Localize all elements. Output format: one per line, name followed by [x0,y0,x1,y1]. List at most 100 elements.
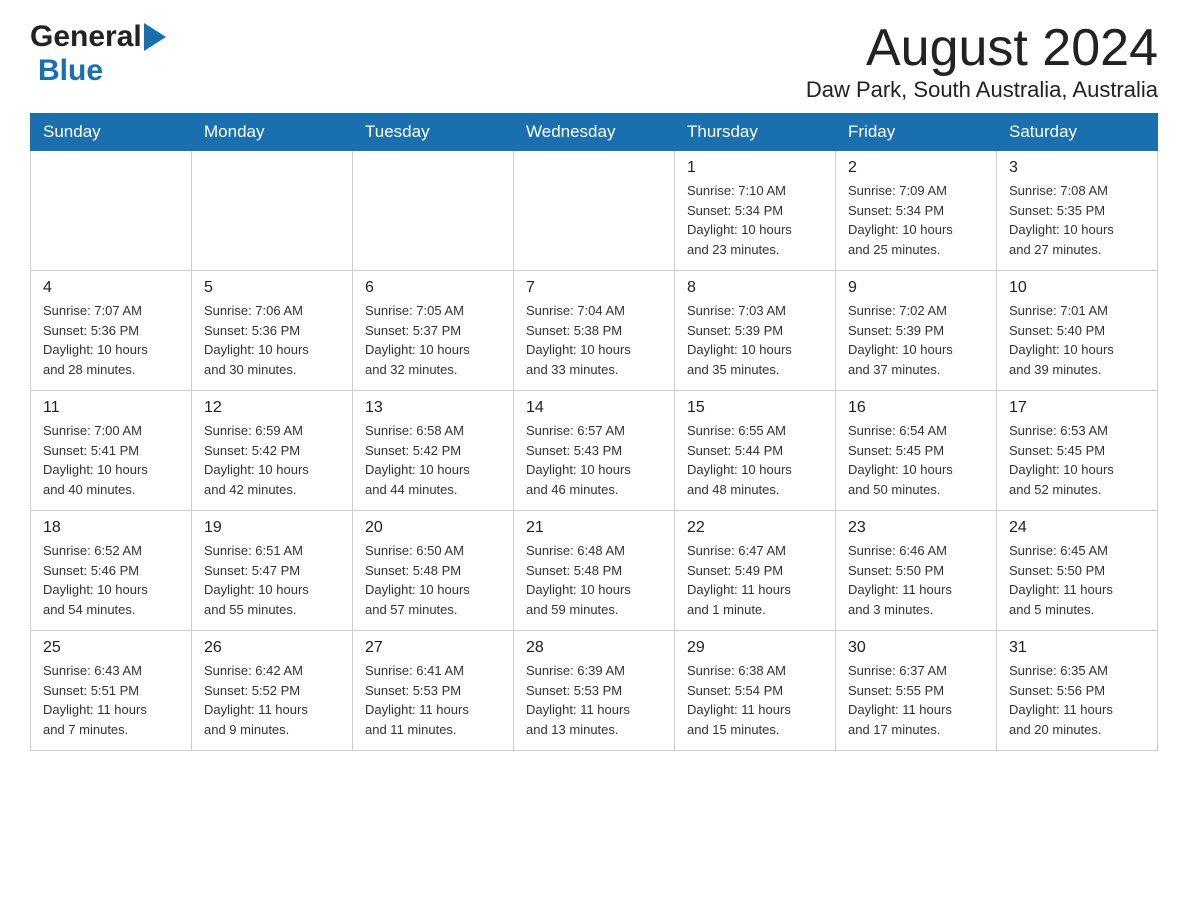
day-info: Sunrise: 7:03 AMSunset: 5:39 PMDaylight:… [687,301,823,379]
day-number: 12 [204,399,340,417]
calendar-cell: 18Sunrise: 6:52 AMSunset: 5:46 PMDayligh… [31,511,192,631]
calendar-cell: 8 Sunrise: 7:03 AMSunset: 5:39 PMDaylight… [675,271,836,391]
calendar-week-3: 11Sunrise: 7:00 AMSunset: 5:41 PMDayligh… [31,391,1158,511]
day-number: 4 [43,279,179,297]
weekday-header-saturday: Saturday [997,114,1158,151]
day-info: Sunrise: 7:08 AMSunset: 5:35 PMDaylight:… [1009,181,1145,259]
day-number: 19 [204,519,340,537]
day-number: 1 [687,159,823,177]
calendar-cell: 14 Sunrise: 6:57 AMSunset: 5:43 PMDayligh… [514,391,675,511]
calendar-week-1: 1 Sunrise: 7:10 AMSunset: 5:34 PMDaylight… [31,151,1158,271]
day-info: Sunrise: 6:48 AMSunset: 5:48 PMDaylight:… [526,541,662,619]
calendar-cell: 17 Sunrise: 6:53 AMSunset: 5:45 PMDayligh… [997,391,1158,511]
day-number: 7 [526,279,662,297]
day-info: Sunrise: 6:35 AMSunset: 5:56 PMDaylight:… [1009,661,1145,739]
day-info: Sunrise: 7:04 AMSunset: 5:38 PMDaylight:… [526,301,662,379]
page-header: General Blue August 2024 Daw Park, South… [30,20,1158,103]
day-info: Sunrise: 6:39 AMSunset: 5:53 PMDaylight:… [526,661,662,739]
day-info: Sunrise: 6:55 AMSunset: 5:44 PMDaylight:… [687,421,823,499]
calendar-cell [514,151,675,271]
day-info: Sunrise: 6:50 AMSunset: 5:48 PMDaylight:… [365,541,501,619]
calendar-cell: 11Sunrise: 7:00 AMSunset: 5:41 PMDayligh… [31,391,192,511]
calendar-cell: 19 Sunrise: 6:51 AMSunset: 5:47 PMDayligh… [192,511,353,631]
day-number: 28 [526,639,662,657]
day-info: Sunrise: 7:05 AMSunset: 5:37 PMDaylight:… [365,301,501,379]
day-info: Sunrise: 6:41 AMSunset: 5:53 PMDaylight:… [365,661,501,739]
calendar-cell: 30 Sunrise: 6:37 AMSunset: 5:55 PMDayligh… [836,631,997,751]
calendar-cell: 24 Sunrise: 6:45 AMSunset: 5:50 PMDayligh… [997,511,1158,631]
month-title: August 2024 [806,20,1158,77]
calendar-cell: 31 Sunrise: 6:35 AMSunset: 5:56 PMDayligh… [997,631,1158,751]
day-info: Sunrise: 7:01 AMSunset: 5:40 PMDaylight:… [1009,301,1145,379]
logo-general: General [30,20,142,54]
day-number: 11 [43,399,179,417]
weekday-header-friday: Friday [836,114,997,151]
day-number: 9 [848,279,984,297]
logo-blue: Blue [38,54,103,88]
calendar-cell: 21Sunrise: 6:48 AMSunset: 5:48 PMDayligh… [514,511,675,631]
day-number: 27 [365,639,501,657]
weekday-header-thursday: Thursday [675,114,836,151]
day-info: Sunrise: 6:38 AMSunset: 5:54 PMDaylight:… [687,661,823,739]
day-info: Sunrise: 6:51 AMSunset: 5:47 PMDaylight:… [204,541,340,619]
calendar-cell: 26 Sunrise: 6:42 AMSunset: 5:52 PMDayligh… [192,631,353,751]
day-number: 8 [687,279,823,297]
day-number: 22 [687,519,823,537]
weekday-header-row: SundayMondayTuesdayWednesdayThursdayFrid… [31,114,1158,151]
day-number: 24 [1009,519,1145,537]
day-info: Sunrise: 6:45 AMSunset: 5:50 PMDaylight:… [1009,541,1145,619]
calendar-cell: 28 Sunrise: 6:39 AMSunset: 5:53 PMDayligh… [514,631,675,751]
day-number: 5 [204,279,340,297]
day-info: Sunrise: 7:10 AMSunset: 5:34 PMDaylight:… [687,181,823,259]
weekday-header-sunday: Sunday [31,114,192,151]
day-number: 17 [1009,399,1145,417]
day-number: 13 [365,399,501,417]
calendar-cell: 9Sunrise: 7:02 AMSunset: 5:39 PMDaylight… [836,271,997,391]
calendar-cell: 10 Sunrise: 7:01 AMSunset: 5:40 PMDayligh… [997,271,1158,391]
day-number: 3 [1009,159,1145,177]
calendar-cell: 7 Sunrise: 7:04 AMSunset: 5:38 PMDaylight… [514,271,675,391]
calendar-cell: 23 Sunrise: 6:46 AMSunset: 5:50 PMDayligh… [836,511,997,631]
day-number: 20 [365,519,501,537]
day-number: 31 [1009,639,1145,657]
calendar-week-4: 18Sunrise: 6:52 AMSunset: 5:46 PMDayligh… [31,511,1158,631]
calendar-cell: 6 Sunrise: 7:05 AMSunset: 5:37 PMDaylight… [353,271,514,391]
day-number: 26 [204,639,340,657]
calendar-cell: 20 Sunrise: 6:50 AMSunset: 5:48 PMDayligh… [353,511,514,631]
calendar-cell: 25Sunrise: 6:43 AMSunset: 5:51 PMDayligh… [31,631,192,751]
calendar-cell [31,151,192,271]
day-number: 23 [848,519,984,537]
logo-triangle-icon [144,23,166,51]
calendar-cell: 16Sunrise: 6:54 AMSunset: 5:45 PMDayligh… [836,391,997,511]
calendar-cell: 15 Sunrise: 6:55 AMSunset: 5:44 PMDayligh… [675,391,836,511]
day-number: 15 [687,399,823,417]
weekday-header-tuesday: Tuesday [353,114,514,151]
calendar-cell: 22 Sunrise: 6:47 AMSunset: 5:49 PMDayligh… [675,511,836,631]
day-info: Sunrise: 6:54 AMSunset: 5:45 PMDaylight:… [848,421,984,499]
title-section: August 2024 Daw Park, South Australia, A… [806,20,1158,103]
calendar-cell: 29Sunrise: 6:38 AMSunset: 5:54 PMDayligh… [675,631,836,751]
calendar-cell: 1 Sunrise: 7:10 AMSunset: 5:34 PMDaylight… [675,151,836,271]
day-info: Sunrise: 7:07 AMSunset: 5:36 PMDaylight:… [43,301,179,379]
day-info: Sunrise: 6:59 AMSunset: 5:42 PMDaylight:… [204,421,340,499]
day-info: Sunrise: 6:57 AMSunset: 5:43 PMDaylight:… [526,421,662,499]
calendar-cell: 27 Sunrise: 6:41 AMSunset: 5:53 PMDayligh… [353,631,514,751]
day-number: 2 [848,159,984,177]
day-info: Sunrise: 7:09 AMSunset: 5:34 PMDaylight:… [848,181,984,259]
calendar-cell [353,151,514,271]
day-number: 14 [526,399,662,417]
day-info: Sunrise: 6:47 AMSunset: 5:49 PMDaylight:… [687,541,823,619]
day-info: Sunrise: 6:42 AMSunset: 5:52 PMDaylight:… [204,661,340,739]
day-number: 6 [365,279,501,297]
calendar-cell: 3 Sunrise: 7:08 AMSunset: 5:35 PMDaylight… [997,151,1158,271]
day-info: Sunrise: 6:58 AMSunset: 5:42 PMDaylight:… [365,421,501,499]
day-info: Sunrise: 6:46 AMSunset: 5:50 PMDaylight:… [848,541,984,619]
day-info: Sunrise: 6:37 AMSunset: 5:55 PMDaylight:… [848,661,984,739]
day-number: 25 [43,639,179,657]
calendar-table: SundayMondayTuesdayWednesdayThursdayFrid… [30,113,1158,751]
day-number: 30 [848,639,984,657]
day-info: Sunrise: 6:52 AMSunset: 5:46 PMDaylight:… [43,541,179,619]
day-info: Sunrise: 6:53 AMSunset: 5:45 PMDaylight:… [1009,421,1145,499]
day-number: 10 [1009,279,1145,297]
calendar-cell: 2 Sunrise: 7:09 AMSunset: 5:34 PMDaylight… [836,151,997,271]
